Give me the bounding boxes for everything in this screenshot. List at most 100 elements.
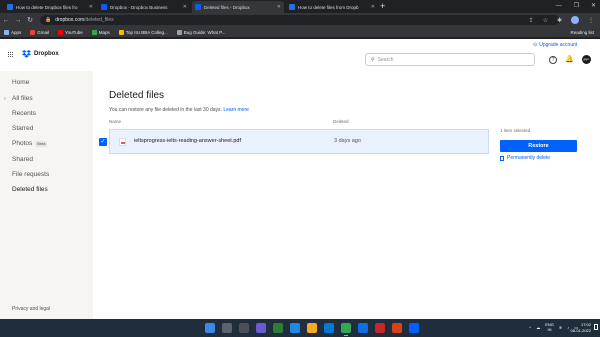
sidebar-item-shared[interactable]: Shared: [12, 156, 33, 163]
column-header-name[interactable]: Name: [109, 119, 121, 124]
reload-icon[interactable]: ↻: [24, 16, 36, 24]
bookmark-youtube[interactable]: YouTube: [58, 29, 83, 35]
minimize-icon[interactable]: —: [556, 0, 562, 12]
tab-favicon: [289, 4, 295, 10]
bookmark-gmail[interactable]: Gmail: [30, 29, 49, 35]
start-icon[interactable]: [205, 323, 215, 333]
browser-tab-1[interactable]: How to delete Dropbox files fro ✕: [4, 1, 96, 13]
help-icon[interactable]: ?: [549, 55, 557, 64]
beta-badge: Beta: [35, 140, 48, 147]
url-field[interactable]: 🔒 dropbox.com/deleted_files: [40, 15, 560, 25]
dropbox-box-icon: [22, 50, 31, 58]
menu-dots-icon[interactable]: ⋮: [588, 17, 594, 24]
privacy-legal-link[interactable]: Privacy and legal: [12, 306, 50, 312]
sidebar-item-file-requests[interactable]: File requests: [12, 171, 49, 178]
page-subtitle: You can restore any file deleted in the …: [109, 107, 249, 113]
close-tab-icon[interactable]: ✕: [371, 4, 375, 10]
file-explorer-icon[interactable]: [307, 323, 317, 333]
chrome-icon[interactable]: [341, 323, 351, 336]
bookmark-maps[interactable]: Maps: [91, 29, 110, 35]
gmail-icon: [30, 29, 36, 35]
url-path: /deleted_files: [84, 17, 114, 23]
language-indicator[interactable]: ENG IN: [545, 322, 554, 332]
extensions-icon[interactable]: ✱: [557, 17, 562, 24]
maximize-icon[interactable]: ❐: [574, 0, 579, 12]
volume-icon[interactable]: ♪: [567, 325, 569, 330]
logo-text: Dropbox: [34, 51, 59, 57]
restore-button[interactable]: Restore: [500, 140, 577, 152]
learn-more-link[interactable]: Learn more: [223, 107, 249, 113]
bookmark-apps[interactable]: Apps: [4, 29, 21, 35]
chat-icon[interactable]: [273, 323, 283, 333]
clock[interactable]: 17:02 08-01-2022: [571, 322, 591, 334]
store-icon[interactable]: [324, 323, 334, 333]
browser-actions: ⇪ ☆ ✱ ⋮: [529, 13, 594, 27]
close-tab-icon[interactable]: ✕: [89, 4, 93, 10]
header-actions: ? 🔔 PP: [549, 55, 591, 64]
table-row[interactable]: ✓ ieltsprogress-ielts-reading-answer-she…: [99, 129, 489, 154]
new-tab-button[interactable]: +: [380, 1, 385, 12]
app-grid-icon[interactable]: [8, 52, 14, 58]
close-tab-icon[interactable]: ✕: [183, 4, 187, 10]
share-icon[interactable]: ⇪: [529, 17, 534, 24]
url-text: dropbox.com/deleted_files: [55, 17, 113, 23]
bookmark-bugguide[interactable]: Bug Guide: What P...: [176, 29, 225, 35]
chevron-up-icon[interactable]: ^: [529, 325, 531, 330]
column-header-deleted[interactable]: Deleted: [333, 119, 349, 124]
sidebar-item-home[interactable]: Home: [12, 79, 29, 86]
close-tab-icon[interactable]: ✕: [277, 4, 281, 10]
search-taskbar-icon[interactable]: [222, 323, 232, 333]
browser-tab-2[interactable]: Dropbox - Dropbox Business ✕: [98, 1, 190, 13]
upgrade-account-link[interactable]: ⊙ Upgrade account: [533, 42, 577, 48]
selection-count: 1 item selected: [500, 128, 531, 133]
avatar[interactable]: PP: [581, 55, 591, 64]
widgets-icon[interactable]: [256, 323, 266, 333]
bookmark-favicon: [176, 29, 182, 35]
windows-taskbar: ^ ☁ ENG IN ≋ ♪ ▭ 17:02 08-01-2022: [0, 319, 600, 337]
close-window-icon[interactable]: ✕: [591, 0, 596, 12]
forward-icon[interactable]: →: [12, 17, 24, 24]
sidebar-item-all-files[interactable]: › All files: [4, 95, 33, 102]
permanently-delete-button[interactable]: Permanently delete: [500, 155, 578, 161]
edge-icon[interactable]: [290, 323, 300, 333]
maps-icon: [91, 29, 97, 35]
dropbox-taskbar-icon[interactable]: [409, 323, 419, 333]
task-view-icon[interactable]: [239, 323, 249, 333]
chevron-right-icon[interactable]: ›: [4, 96, 6, 102]
tab-favicon: [101, 4, 107, 10]
bookmark-college[interactable]: Top IIU BBA Colleg...: [118, 29, 168, 35]
action-panel: 1 item selected Restore Permanently dele…: [500, 128, 578, 161]
reading-list-button[interactable]: Reading list: [570, 27, 594, 38]
sidebar-item-photos[interactable]: Photos Beta: [12, 140, 48, 147]
wifi-icon[interactable]: ≋: [559, 325, 562, 330]
back-icon[interactable]: ←: [0, 17, 12, 24]
sidebar: Home › All files Recents Starred Photos Be…: [0, 71, 93, 319]
dropbox-logo[interactable]: Dropbox: [22, 50, 59, 58]
sidebar-item-recents[interactable]: Recents: [12, 110, 36, 117]
browser-tab-3[interactable]: Deleted files - Dropbox ✕: [192, 1, 284, 13]
row-checkbox[interactable]: ✓: [99, 138, 107, 146]
browser-tab-4[interactable]: How to delete files from Dropb ✕: [286, 1, 378, 13]
sidebar-item-deleted-files[interactable]: Deleted files: [12, 186, 48, 193]
sidebar-item-starred[interactable]: Starred: [12, 125, 33, 132]
cloud-icon[interactable]: ☁: [536, 325, 540, 330]
search-icon: ⚲: [371, 56, 375, 63]
search-input[interactable]: ⚲ Search: [365, 53, 535, 66]
notification-icon[interactable]: [594, 324, 598, 330]
main-content: Deleted files You can restore any file d…: [93, 71, 600, 319]
app-icon[interactable]: [358, 323, 368, 333]
profile-avatar[interactable]: [571, 16, 579, 24]
upgrade-arrow-icon: ⊙: [533, 42, 538, 48]
app-header: Dropbox ⚲ Search ⊙ Upgrade account ? 🔔 P…: [0, 39, 600, 71]
url-host: dropbox.com: [55, 17, 85, 23]
app-icon[interactable]: [392, 323, 402, 333]
lock-icon: 🔒: [45, 17, 52, 23]
deleted-date: 3 days ago: [334, 138, 361, 144]
bookmark-star-icon[interactable]: ☆: [543, 17, 548, 24]
app-icon[interactable]: [375, 323, 385, 333]
notification-bell-icon[interactable]: 🔔: [565, 56, 574, 64]
pdf-file-icon: [119, 138, 126, 146]
search-placeholder: Search: [377, 56, 394, 63]
trash-icon: [500, 155, 504, 161]
tab-title: Dropbox - Dropbox Business: [110, 4, 168, 10]
